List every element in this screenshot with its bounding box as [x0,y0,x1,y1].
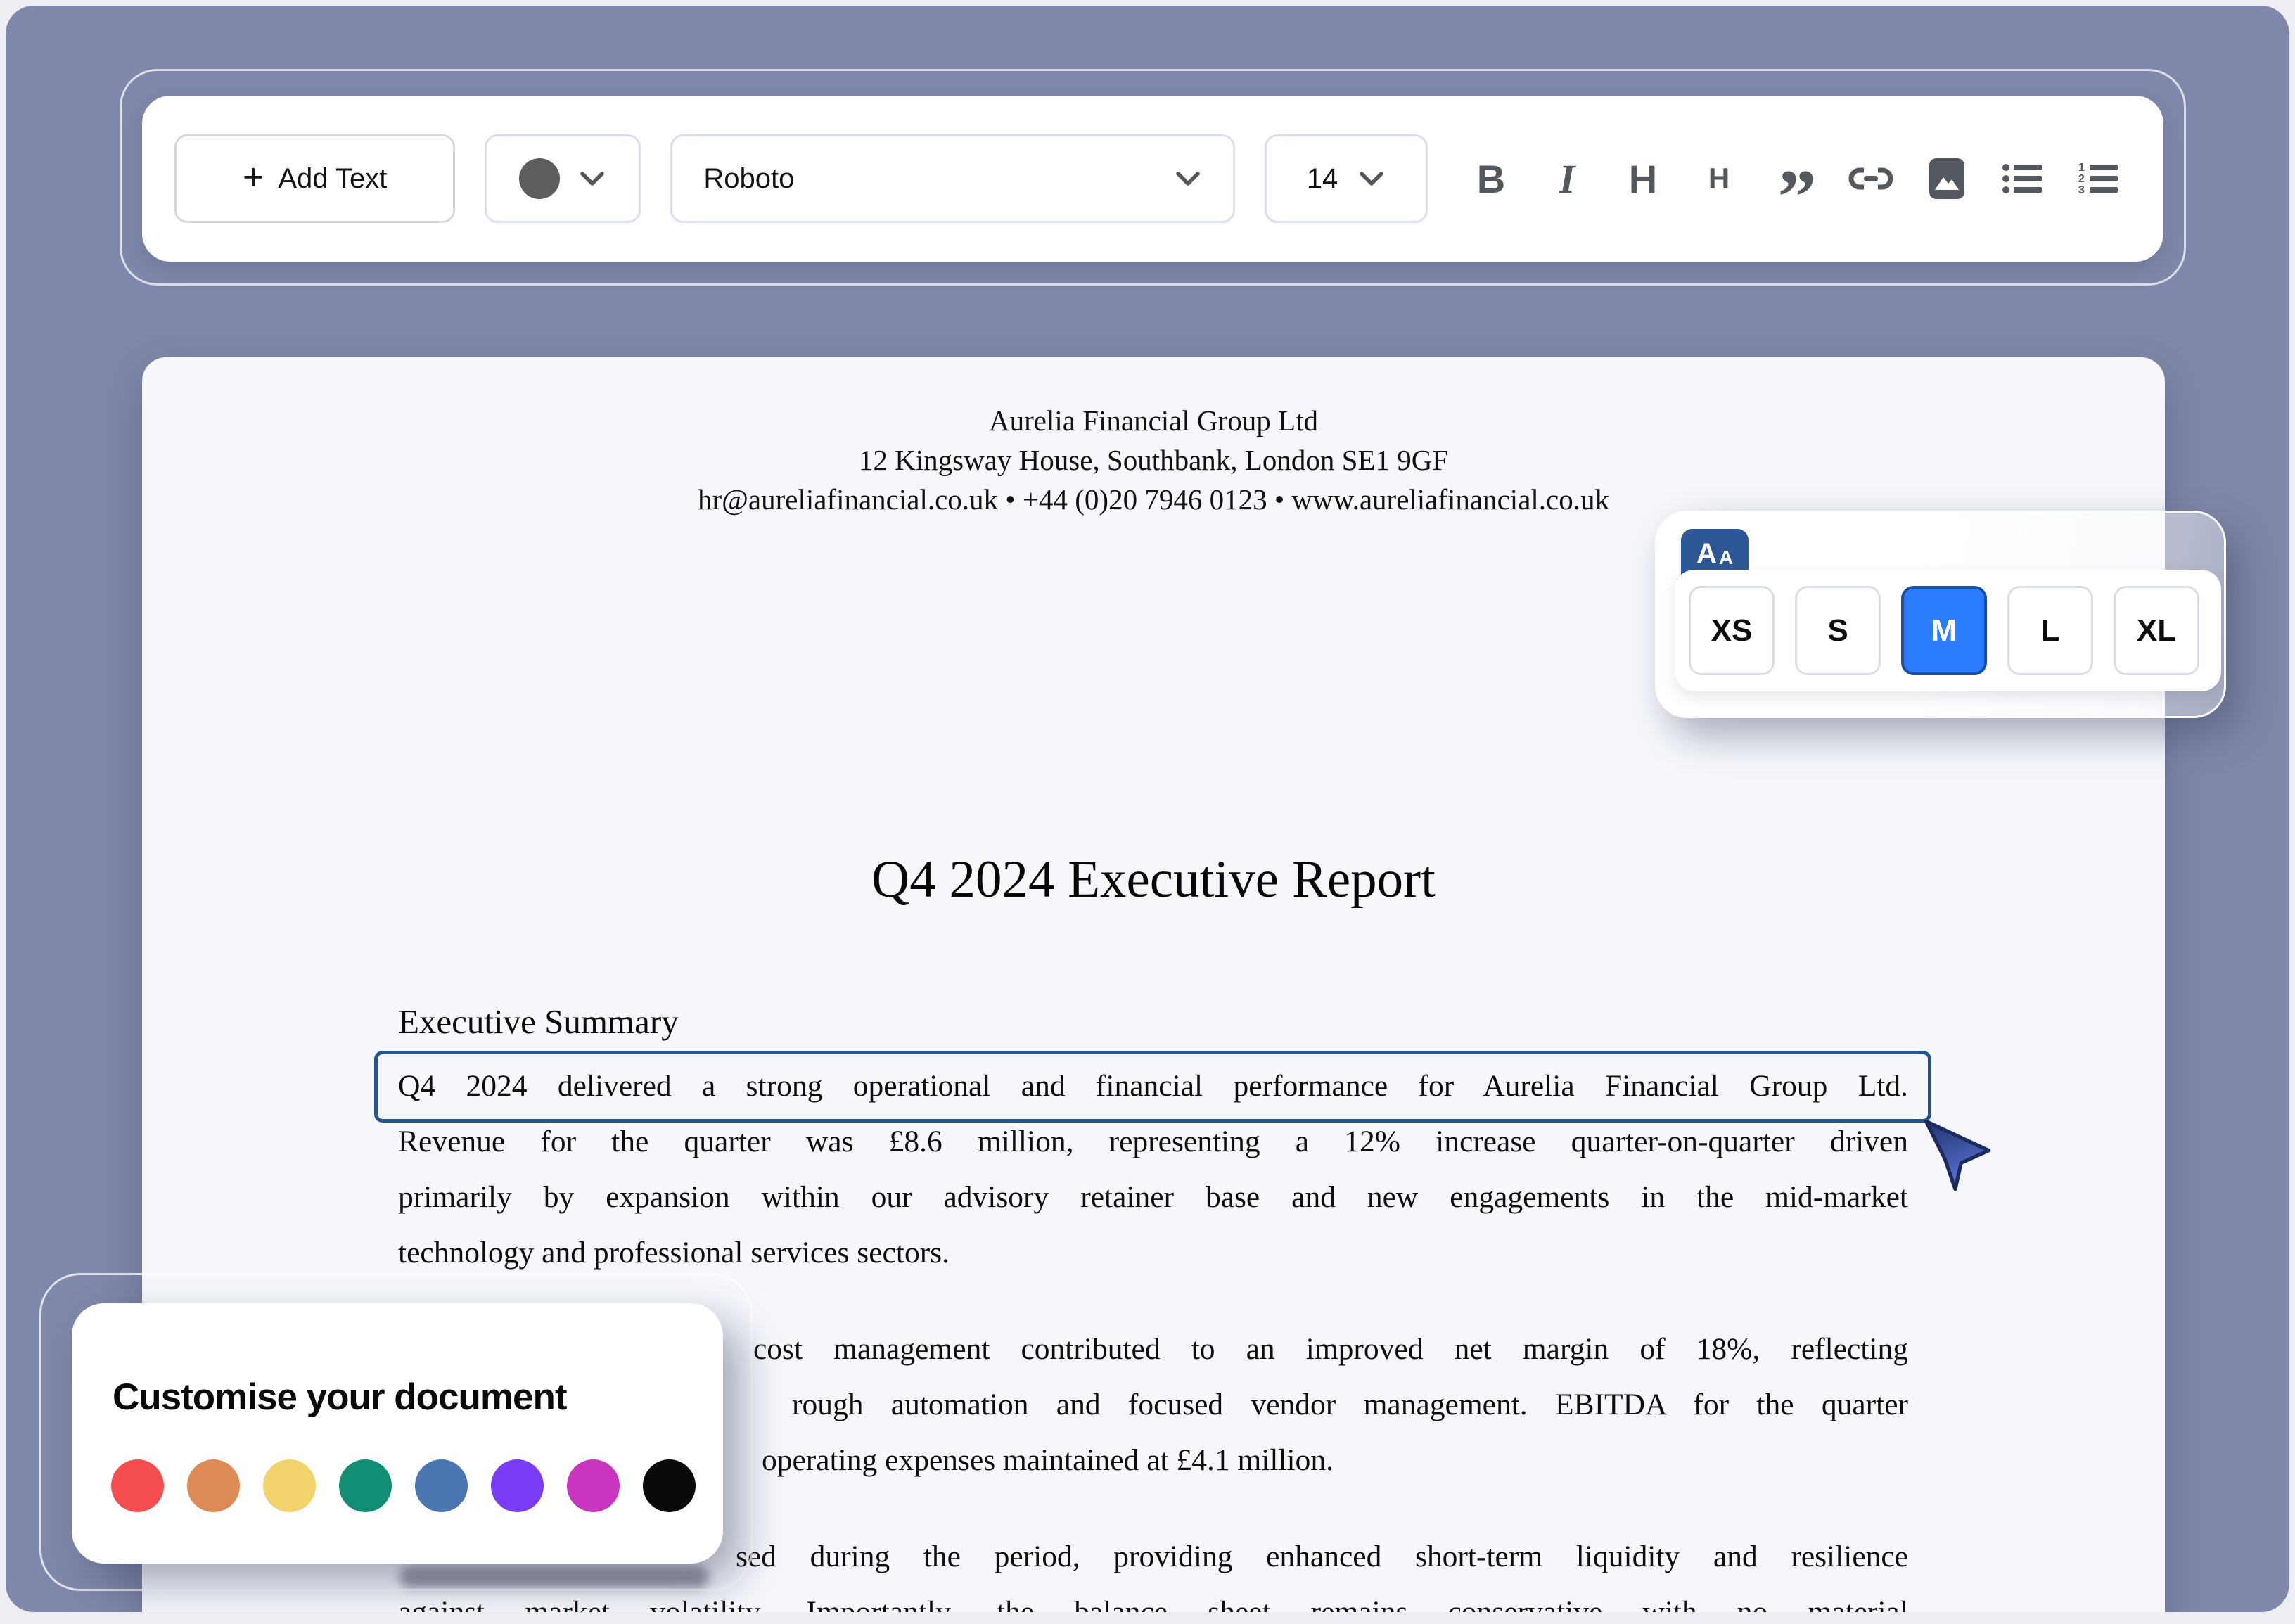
add-text-button[interactable]: + Add Text [174,134,455,223]
bulleted-list-icon [2002,162,2043,196]
italic-button[interactable]: I [1535,136,1599,221]
company-address: 12 Kingsway House, Southbank, London SE1… [142,440,2165,480]
text-selection-box[interactable] [374,1051,1931,1123]
numbered-list-button[interactable]: 1 2 3 [2066,136,2131,221]
font-family-dropdown[interactable]: Roboto [670,134,1235,223]
swatch-blue[interactable] [415,1459,468,1512]
svg-text:3: 3 [2078,184,2085,196]
svg-text:1: 1 [2078,162,2085,174]
document-title: Q4 2024 Executive Report [142,850,2165,910]
swatch-red[interactable] [111,1459,164,1512]
size-option-l[interactable]: L [2007,586,2093,675]
app-window: + Add Text Roboto 14 B I H H ” [6,6,2289,1612]
svg-text:2: 2 [2078,173,2085,185]
add-text-label: Add Text [278,163,387,195]
bold-button[interactable]: B [1459,136,1523,221]
section-heading: Executive Summary [398,1002,679,1042]
blockquote-button[interactable]: ” [1763,155,1827,239]
swatch-magenta[interactable] [567,1459,620,1512]
chevron-down-icon [1174,170,1202,187]
link-icon [1848,163,1893,194]
size-option-s[interactable]: S [1795,586,1881,675]
format-buttons-group: B I H H ” [1459,136,2131,221]
font-size-popup: A A XS S M L XL [1655,511,2226,718]
badge-small-A: A [1719,546,1733,569]
swatch-purple[interactable] [491,1459,544,1512]
document-letterhead: Aurelia Financial Group Ltd 12 Kingsway … [142,401,2165,519]
badge-large-A: A [1696,538,1717,570]
swatch-yellow[interactable] [263,1459,316,1512]
size-option-xs[interactable]: XS [1689,586,1775,675]
image-icon [1929,158,1965,200]
font-size-value: 14 [1307,163,1338,195]
chevron-down-icon [578,170,606,187]
font-size-options-panel: XS S M L XL [1675,570,2221,691]
chevron-down-icon [1357,170,1386,187]
text-line: primarily by expansion within our adviso… [398,1170,1908,1225]
customise-popup-title: Customise your document [113,1376,566,1419]
insert-image-button[interactable] [1914,136,1979,221]
heading-small-button[interactable]: H [1687,136,1751,221]
size-option-xl[interactable]: XL [2114,586,2199,675]
font-family-value: Roboto [703,163,794,195]
link-button[interactable] [1839,136,1903,221]
editor-toolbar: + Add Text Roboto 14 B I H H ” [142,96,2163,262]
color-swatch-icon [519,158,560,199]
mouse-cursor-icon [1920,1117,1993,1193]
swatch-orange[interactable] [187,1459,240,1512]
plus-icon: + [243,159,264,196]
heading-large-button[interactable]: H [1611,136,1675,221]
numbered-list-icon: 1 2 3 [2078,162,2119,196]
swatch-teal[interactable] [339,1459,392,1512]
company-name: Aurelia Financial Group Ltd [142,401,2165,440]
customise-document-popup: Customise your document [72,1303,723,1564]
swatch-black[interactable] [643,1459,696,1512]
text-color-dropdown[interactable] [485,134,641,223]
color-swatch-row [111,1459,696,1512]
size-option-m-selected[interactable]: M [1901,586,1987,675]
font-size-dropdown[interactable]: 14 [1265,134,1428,223]
bulleted-list-button[interactable] [1990,136,2055,221]
